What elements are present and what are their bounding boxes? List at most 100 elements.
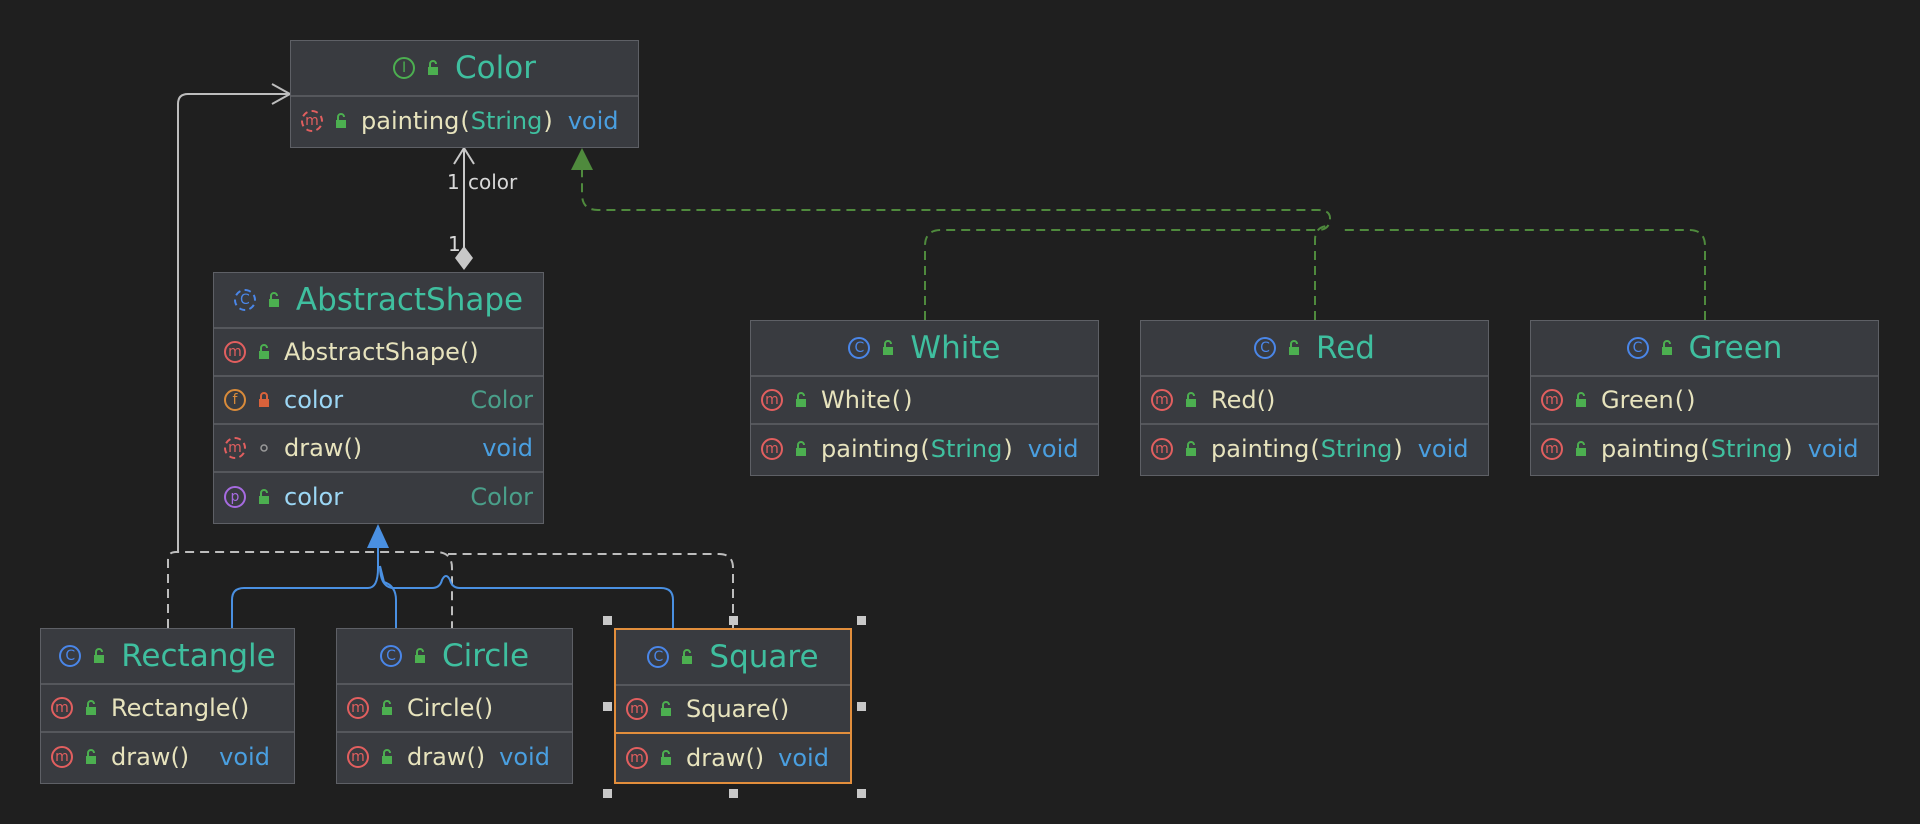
method-name: draw() (111, 743, 190, 771)
class-node-red[interactable]: C Red m Red() m painting ( String ) void (1140, 320, 1489, 476)
resize-handle-w[interactable] (603, 702, 612, 711)
method-name: painting (821, 435, 920, 463)
private-visibility-icon (256, 392, 272, 408)
generalization-edge-square (379, 565, 674, 628)
class-icon: C (59, 645, 82, 667)
abstract-class-icon: C (233, 289, 256, 311)
class-node-rectangle[interactable]: C Rectangle m Rectangle() m draw() void (40, 628, 295, 784)
member-row[interactable]: m Square() (616, 686, 850, 734)
member-row[interactable]: m painting ( String ) void (1531, 425, 1878, 473)
class-header[interactable]: I Color (291, 41, 638, 97)
public-visibility-icon (83, 700, 99, 716)
public-visibility-icon (333, 113, 349, 129)
generalization-edge-rectangle (231, 545, 379, 628)
method-name: Square() (686, 695, 790, 723)
dependency-edge-square-color (448, 553, 734, 628)
public-visibility-icon (679, 649, 695, 665)
class-node-square[interactable]: C Square m Square() m draw() void (614, 628, 852, 784)
return-type: void (1417, 435, 1469, 463)
member-row[interactable]: m AbstractShape() (214, 329, 543, 377)
class-name: AbstractShape (295, 282, 524, 318)
abstract-method-icon: m (301, 110, 323, 132)
method-icon: m (224, 341, 246, 363)
member-row[interactable]: m Red() (1141, 377, 1488, 425)
member-row[interactable]: m draw() void (616, 734, 850, 782)
abstract-method-icon: m (224, 437, 246, 459)
member-row[interactable]: m Green () (1531, 377, 1878, 425)
field-name: color (284, 386, 344, 414)
paren-close: ) (1783, 435, 1793, 463)
public-visibility-icon (1659, 340, 1675, 356)
method-name: Red() (1211, 386, 1276, 414)
member-row[interactable]: m painting ( String ) void (291, 97, 638, 145)
public-visibility-icon (379, 700, 395, 716)
member-row[interactable]: m painting ( String ) void (1141, 425, 1488, 473)
class-node-abstract-shape[interactable]: C AbstractShape m AbstractShape() f colo… (213, 272, 544, 524)
return-type: void (499, 743, 550, 771)
class-name: Circle (441, 638, 530, 674)
public-visibility-icon (880, 340, 896, 356)
class-header[interactable]: C Square (616, 630, 850, 686)
realization-edge-green (1340, 229, 1706, 320)
method-name: White (821, 386, 891, 414)
class-header[interactable]: C Green (1531, 321, 1878, 377)
public-visibility-icon (1573, 441, 1589, 457)
class-name: Color (455, 50, 536, 86)
method-name: Rectangle() (111, 694, 250, 722)
method-name: painting (1601, 435, 1700, 463)
property-type: Color (470, 483, 533, 511)
resize-handle-n[interactable] (729, 616, 738, 625)
class-header[interactable]: C Circle (337, 629, 572, 685)
resize-handle-nw[interactable] (603, 616, 612, 625)
member-row[interactable]: m Rectangle() (41, 685, 294, 733)
realization-arrowhead (571, 148, 593, 170)
realization-edge-red (1314, 225, 1330, 320)
method-icon: m (1541, 389, 1563, 411)
paren-close: ) (1003, 435, 1013, 463)
method-icon: m (347, 746, 369, 768)
method-icon: m (626, 747, 648, 769)
method-name: draw() (407, 743, 486, 771)
member-row[interactable]: f color Color (214, 377, 543, 425)
class-icon: C (848, 337, 871, 359)
class-node-color[interactable]: I Color m painting ( String ) void (290, 40, 639, 148)
member-row[interactable]: m Circle() (337, 685, 572, 733)
member-row[interactable]: m painting ( String ) void (751, 425, 1098, 473)
class-node-white[interactable]: C White m White () m painting ( String )… (750, 320, 1099, 476)
param-type: String (1710, 435, 1783, 463)
method-icon: m (761, 438, 783, 460)
member-row[interactable]: m draw() void (337, 733, 572, 781)
param-type: String (470, 107, 543, 135)
member-row[interactable]: p color Color (214, 473, 543, 521)
member-row[interactable]: m draw() void (214, 425, 543, 473)
public-visibility-icon (91, 648, 107, 664)
resize-handle-se[interactable] (857, 789, 866, 798)
diagram-canvas[interactable]: 1 color 1 I Color m painting ( String ) … (0, 0, 1920, 824)
public-visibility-icon (1573, 392, 1589, 408)
realization-edge-white (581, 168, 1332, 320)
paren-close: ) (1686, 386, 1696, 414)
resize-handle-e[interactable] (857, 702, 866, 711)
class-header[interactable]: C AbstractShape (214, 273, 543, 329)
class-header[interactable]: C Red (1141, 321, 1488, 377)
method-icon: m (1151, 438, 1173, 460)
resize-handle-s[interactable] (729, 789, 738, 798)
composition-target-role: color (468, 170, 518, 194)
method-name: Circle() (407, 694, 494, 722)
return-type: void (1807, 435, 1859, 463)
class-header[interactable]: C White (751, 321, 1098, 377)
class-node-circle[interactable]: C Circle m Circle() m draw() void (336, 628, 573, 784)
public-visibility-icon (658, 701, 674, 717)
public-visibility-icon (379, 749, 395, 765)
method-icon: m (51, 697, 73, 719)
generalization-edge-circle (379, 565, 397, 628)
class-header[interactable]: C Rectangle (41, 629, 294, 685)
class-node-green[interactable]: C Green m Green () m painting ( String )… (1530, 320, 1879, 476)
resize-handle-ne[interactable] (857, 616, 866, 625)
public-visibility-icon (266, 292, 282, 308)
composition-target-multiplicity: 1 (447, 170, 460, 194)
member-row[interactable]: m White () (751, 377, 1098, 425)
member-row[interactable]: m draw() void (41, 733, 294, 781)
public-visibility-icon (425, 60, 441, 76)
resize-handle-sw[interactable] (603, 789, 612, 798)
